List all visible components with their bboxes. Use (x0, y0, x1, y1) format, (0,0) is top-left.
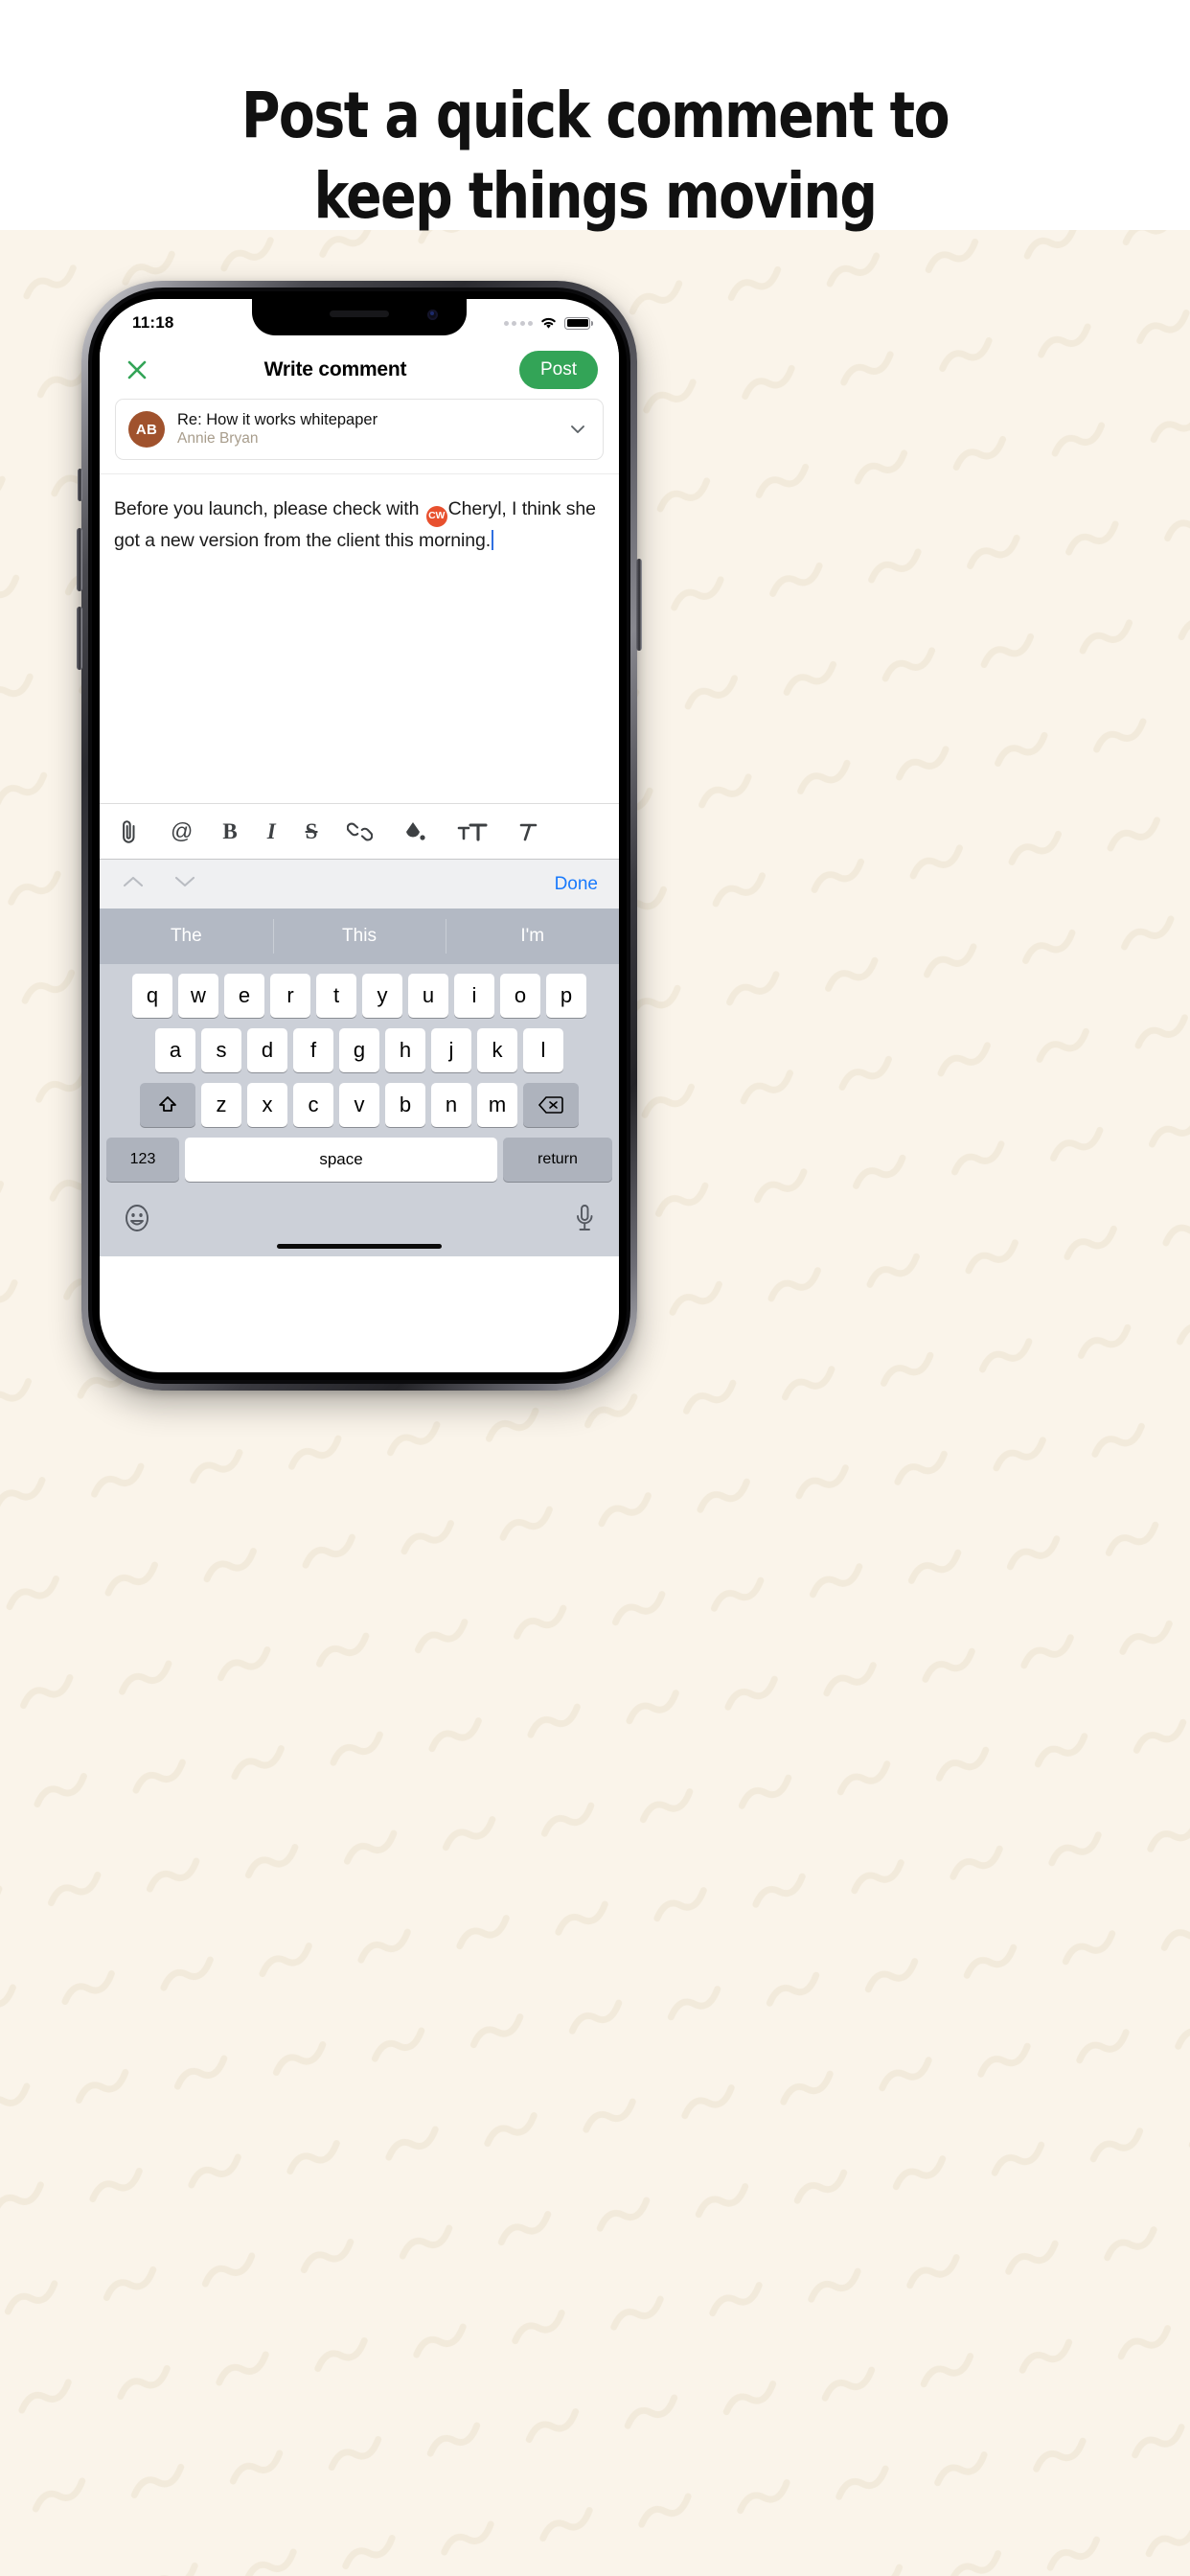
keyboard-accessory-bar: Done (100, 859, 619, 908)
key-x[interactable]: x (247, 1083, 287, 1127)
thread-author: Annie Bryan (177, 430, 259, 447)
key-t[interactable]: t (316, 974, 356, 1018)
return-key[interactable]: return (503, 1138, 612, 1182)
on-screen-keyboard: q w e r t y u i o p a s d f g h j k l z … (100, 964, 619, 1256)
page-title: Write comment (263, 358, 407, 380)
key-e[interactable]: e (224, 974, 264, 1018)
key-u[interactable]: u (408, 974, 448, 1018)
mention-avatar-chip[interactable]: CW (425, 505, 447, 527)
microphone-icon[interactable] (572, 1203, 597, 1238)
mute-switch[interactable] (78, 469, 82, 501)
bold-icon[interactable]: B (222, 816, 237, 848)
wifi-icon (541, 317, 556, 329)
thread-context-card[interactable]: AB Re: How it works whitepaper Annie Bry… (115, 399, 604, 460)
home-indicator (277, 1244, 442, 1249)
chevron-up-icon[interactable] (121, 873, 146, 895)
key-g[interactable]: g (339, 1028, 379, 1072)
app-nav-bar: Write comment Post (100, 341, 619, 399)
numbers-key[interactable]: 123 (106, 1138, 179, 1182)
key-m[interactable]: m (477, 1083, 517, 1127)
prediction-item[interactable]: This (272, 908, 446, 964)
key-a[interactable]: a (155, 1028, 195, 1072)
mention-icon[interactable]: @ (171, 816, 193, 848)
shift-icon[interactable] (140, 1083, 195, 1127)
chevron-down-icon[interactable] (565, 419, 590, 440)
text-caret (492, 529, 494, 550)
status-time: 11:18 (132, 313, 174, 332)
key-f[interactable]: f (293, 1028, 333, 1072)
key-v[interactable]: v (339, 1083, 379, 1127)
key-d[interactable]: d (247, 1028, 287, 1072)
key-b[interactable]: b (385, 1083, 425, 1127)
status-icons (503, 316, 593, 330)
key-w[interactable]: w (178, 974, 218, 1018)
key-n[interactable]: n (431, 1083, 471, 1127)
front-camera (427, 310, 438, 320)
phone-screen: 11:18 Write comment Post AB Re: How it w… (100, 299, 619, 1372)
thread-title: Re: How it works whitepaper (177, 411, 378, 428)
keyboard-row-1: q w e r t y u i o p (103, 974, 616, 1018)
keyboard-row-3: z x c v b n m (103, 1083, 616, 1127)
keyboard-bottom-row (103, 1192, 616, 1244)
done-button[interactable]: Done (555, 874, 598, 895)
attach-icon[interactable] (117, 816, 141, 848)
key-s[interactable]: s (201, 1028, 241, 1072)
phone-mockup: 11:18 Write comment Post AB Re: How it w… (77, 281, 642, 1391)
chevron-down-icon[interactable] (172, 873, 197, 895)
highlight-icon[interactable] (402, 816, 427, 848)
emoji-smiley-icon[interactable] (122, 1203, 152, 1238)
strikethrough-icon[interactable]: S (306, 816, 318, 848)
keyboard-row-2: a s d f g h j k l (103, 1028, 616, 1072)
key-l[interactable]: l (523, 1028, 563, 1072)
key-p[interactable]: p (546, 974, 586, 1018)
predictive-text-bar: The This I'm (100, 908, 619, 964)
cellular-signal-icon (503, 320, 533, 326)
notch (252, 299, 467, 335)
link-icon[interactable] (347, 816, 374, 848)
comment-text-before: Before you launch, please check with (114, 498, 424, 519)
key-j[interactable]: j (431, 1028, 471, 1072)
space-key[interactable]: space (185, 1138, 497, 1182)
text-size-icon[interactable] (457, 816, 489, 848)
comment-editor[interactable]: Before you launch, please check with CW C… (100, 473, 619, 803)
volume-down-button[interactable] (77, 607, 82, 670)
keyboard-row-4: 123 space return (103, 1138, 616, 1182)
close-x-icon[interactable] (123, 356, 151, 384)
headline-line-1: Post a quick comment to (240, 79, 950, 152)
prediction-item[interactable]: The (100, 908, 273, 964)
context-card-wrapper: AB Re: How it works whitepaper Annie Bry… (100, 399, 619, 460)
battery-icon (564, 316, 593, 330)
key-r[interactable]: r (270, 974, 310, 1018)
key-z[interactable]: z (201, 1083, 241, 1127)
key-i[interactable]: i (454, 974, 494, 1018)
key-y[interactable]: y (362, 974, 402, 1018)
avatar: AB (128, 411, 165, 448)
prediction-item[interactable]: I'm (446, 908, 619, 964)
format-toolbar: @ B I S (100, 803, 619, 859)
headline-line-2: keep things moving (313, 159, 878, 233)
key-h[interactable]: h (385, 1028, 425, 1072)
power-button[interactable] (636, 559, 642, 651)
context-texts: Re: How it works whitepaper Annie Bryan (177, 411, 553, 448)
clear-format-icon[interactable] (517, 816, 538, 848)
earpiece-speaker (330, 310, 389, 317)
italic-icon[interactable]: I (267, 816, 276, 848)
key-k[interactable]: k (477, 1028, 517, 1072)
volume-up-button[interactable] (77, 528, 82, 591)
key-c[interactable]: c (293, 1083, 333, 1127)
accessory-nav-arrows (121, 873, 197, 895)
post-button[interactable]: Post (518, 351, 598, 389)
delete-backspace-icon[interactable] (523, 1083, 579, 1127)
promo-headline: Post a quick comment to keep things movi… (41, 84, 1148, 228)
key-q[interactable]: q (132, 974, 172, 1018)
key-o[interactable]: o (500, 974, 540, 1018)
comment-text: Before you launch, please check with CW C… (114, 495, 605, 554)
